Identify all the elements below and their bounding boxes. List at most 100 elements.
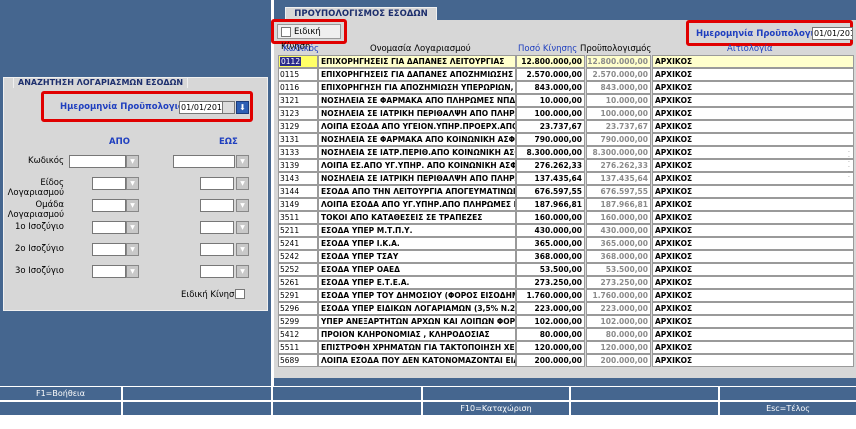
reason-cell[interactable]: ΑΡΧΙΚΟΣ xyxy=(652,354,854,367)
amount-cell[interactable]: 843.000,00 xyxy=(516,81,585,94)
f1-help-button[interactable]: F1=Βοήθεια xyxy=(0,387,121,400)
budget-cell[interactable]: 676.597,55 xyxy=(586,185,651,198)
amount-cell[interactable]: 137.435,64 xyxy=(516,172,585,185)
fkey-slot[interactable] xyxy=(123,387,271,400)
reason-cell[interactable]: ΑΡΧΙΚΟΣ xyxy=(652,250,854,263)
name-cell[interactable]: ΕΣΟΔΑ ΥΠΕΡ ΕΙΔΙΚΩΝ ΛΟΓΑΡΙΑΜΩΝ (3,5% Ν.24… xyxy=(318,302,516,315)
code-cell[interactable]: 5252 xyxy=(278,263,318,276)
fkey-slot[interactable] xyxy=(273,387,421,400)
code-cell[interactable]: 3133 xyxy=(278,146,318,159)
budget-cell[interactable]: 8.300.000,00 xyxy=(586,146,651,159)
search-to-input[interactable] xyxy=(200,199,234,212)
code-cell[interactable]: 5241 xyxy=(278,237,318,250)
dropdown-arrow-icon[interactable]: ▼ xyxy=(126,177,139,190)
name-cell[interactable]: ΝΟΣΗΛΕΙΑ ΣΕ ΦΑΡΜΑΚΑ ΑΠΟ ΠΛΗΡΩΜΕΣ ΝΠΔΔ xyxy=(318,94,516,107)
dropdown-arrow-icon[interactable]: ▼ xyxy=(126,243,139,256)
download-arrow-icon[interactable]: ⬇ xyxy=(236,101,249,114)
name-cell[interactable]: ΝΟΣΗΛΕΙΑ ΣΕ ΙΑΤΡΙΚΗ ΠΕΡΙΘΑΛΨΗ ΑΠΟ ΠΛΗΡΩΜ… xyxy=(318,107,516,120)
amount-cell[interactable]: 676.597,55 xyxy=(516,185,585,198)
search-to-input[interactable] xyxy=(200,243,234,256)
amount-cell[interactable]: 80.000,00 xyxy=(516,328,585,341)
code-cell[interactable]: 3149 xyxy=(278,198,318,211)
code-cell[interactable]: 5412 xyxy=(278,328,318,341)
fkey-slot[interactable] xyxy=(571,402,718,415)
fkey-slot[interactable] xyxy=(571,387,718,400)
reason-cell[interactable]: ΑΡΧΙΚΟΣ xyxy=(652,328,854,341)
name-cell[interactable]: ΛΟΙΠΑ ΕΣΟΔΑ ΑΠΟ ΥΓ.ΥΠΗΡ.ΑΠΟ ΠΛΗΡΩΜΕΣ ΙΔΙ… xyxy=(318,198,516,211)
search-special-checkbox[interactable] xyxy=(235,289,245,300)
name-cell[interactable]: ΝΟΣΗΛΕΙΑ ΣΕ ΙΑΤΡ.ΠΕΡΙΘ.ΑΠΟ ΚΟΙΝΩΝΙΚΗ ΑΣΦ… xyxy=(318,146,516,159)
reason-cell[interactable]: ΑΡΧΙΚΟΣ xyxy=(652,237,854,250)
budget-cell[interactable]: 187.966,81 xyxy=(586,198,651,211)
budget-cell[interactable]: 430.000,00 xyxy=(586,224,651,237)
search-from-input[interactable] xyxy=(92,243,126,256)
code-cell[interactable]: 5291 xyxy=(278,289,318,302)
budget-cell[interactable]: 368.000,00 xyxy=(586,250,651,263)
f10-save-button[interactable]: F10=Καταχώριση xyxy=(423,402,569,415)
dropdown-arrow-icon[interactable]: ▼ xyxy=(236,221,249,234)
reason-cell[interactable]: ΑΡΧΙΚΟΣ xyxy=(652,146,854,159)
budget-cell[interactable]: 223.000,00 xyxy=(586,302,651,315)
reason-cell[interactable]: ΑΡΧΙΚΟΣ xyxy=(652,276,854,289)
reason-cell[interactable]: ΑΡΧΙΚΟΣ xyxy=(652,68,854,81)
search-to-input[interactable] xyxy=(173,155,235,168)
dropdown-arrow-icon[interactable]: ▼ xyxy=(236,243,249,256)
reason-cell[interactable]: ΑΡΧΙΚΟΣ xyxy=(652,263,854,276)
code-cell[interactable]: 5296 xyxy=(278,302,318,315)
budget-cell[interactable]: 100.000,00 xyxy=(586,107,651,120)
amount-cell[interactable]: 430.000,00 xyxy=(516,224,585,237)
budget-cell[interactable]: 137.435,64 xyxy=(586,172,651,185)
budget-cell[interactable]: 53.500,00 xyxy=(586,263,651,276)
fkey-slot[interactable] xyxy=(273,402,421,415)
budget-cell[interactable]: 790.000,00 xyxy=(586,133,651,146)
reason-cell[interactable]: ΑΡΧΙΚΟΣ xyxy=(652,81,854,94)
code-cell[interactable]: 5211 xyxy=(278,224,318,237)
name-cell[interactable]: ΛΟΙΠΑ ΕΣΟΔΑ ΠΟΥ ΔΕΝ ΚΑΤΟΝΟΜΑΖΟΝΤΑΙ ΕΙΔΙΚ… xyxy=(318,354,516,367)
dropdown-arrow-icon[interactable]: ▼ xyxy=(126,155,139,168)
code-cell[interactable]: 3139 xyxy=(278,159,318,172)
amount-cell[interactable]: 102.000,00 xyxy=(516,315,585,328)
reason-cell[interactable]: ΑΡΧΙΚΟΣ xyxy=(652,211,854,224)
name-cell[interactable]: ΕΣΟΔΑ ΥΠΕΡ ΤΟΥ ΔΗΜΟΣΙΟΥ (ΦΟΡΟΣ ΕΙΣΟΔΗΜΑΤ… xyxy=(318,289,516,302)
amount-cell[interactable]: 187.966,81 xyxy=(516,198,585,211)
code-cell[interactable]: 5261 xyxy=(278,276,318,289)
esc-exit-button[interactable]: Esc=Τέλος xyxy=(720,402,856,415)
amount-cell[interactable]: 1.760.000,00 xyxy=(516,289,585,302)
dropdown-arrow-icon[interactable]: ▼ xyxy=(126,221,139,234)
name-cell[interactable]: ΕΣΟΔΑ ΥΠΕΡ Ι.Κ.Α. xyxy=(318,237,516,250)
reason-cell[interactable]: ΑΡΧΙΚΟΣ xyxy=(652,302,854,315)
reason-cell[interactable]: ΑΡΧΙΚΟΣ xyxy=(652,172,854,185)
code-cell[interactable]: 3131 xyxy=(278,133,318,146)
budget-cell[interactable]: 160.000,00 xyxy=(586,211,651,224)
name-cell[interactable]: ΥΠΕΡ ΑΝΕΞΑΡΤΗΤΩΝ ΑΡΧΩΝ ΚΑΙ ΛΟΙΠΩΝ ΦΟΡΕΩΝ xyxy=(318,315,516,328)
amount-cell[interactable]: 365.000,00 xyxy=(516,237,585,250)
reason-cell[interactable]: ΑΡΧΙΚΟΣ xyxy=(652,315,854,328)
reason-cell[interactable]: ΑΡΧΙΚΟΣ xyxy=(652,289,854,302)
dropdown-arrow-icon[interactable]: ▼ xyxy=(236,177,249,190)
reason-cell[interactable]: ΑΡΧΙΚΟΣ xyxy=(652,55,854,68)
code-cell[interactable]: 3121 xyxy=(278,94,318,107)
code-cell[interactable]: 3511 xyxy=(278,211,318,224)
name-cell[interactable]: ΝΟΣΗΛΕΙΑ ΣΕ ΦΑΡΜΑΚΑ ΑΠΟ ΚΟΙΝΩΝΙΚΗ ΑΣΦΑΛΙ… xyxy=(318,133,516,146)
name-cell[interactable]: ΕΣΟΔΑ ΥΠΕΡ Μ.Τ.Π.Υ. xyxy=(318,224,516,237)
code-cell[interactable]: 5511 xyxy=(278,341,318,354)
name-cell[interactable]: ΛΟΙΠΑ ΕΣΟΔΑ ΑΠΟ ΥΓΕΙΟΝ.ΥΠΗΡ.ΠΡΟΕΡΧ.ΑΠΟ Π… xyxy=(318,120,516,133)
search-from-input[interactable] xyxy=(69,155,126,168)
amount-cell[interactable]: 12.800.000,00 xyxy=(516,55,585,68)
code-cell[interactable]: 0116 xyxy=(278,81,318,94)
name-cell[interactable]: ΕΣΟΔΑ ΑΠΟ ΤΗΝ ΛΕΙΤΟΥΡΓΙΑ ΑΠΟΓΕΥΜΑΤΙΝΩΝ Ι… xyxy=(318,185,516,198)
code-cell[interactable]: 5689 xyxy=(278,354,318,367)
search-date-field[interactable]: 01/01/2016 xyxy=(179,101,223,114)
name-cell[interactable]: ΤΟΚΟΙ ΑΠΟ ΚΑΤΑΘΕΣΕΙΣ ΣΕ ΤΡΑΠΕΖΕΣ xyxy=(318,211,516,224)
code-cell[interactable]: 3143 xyxy=(278,172,318,185)
search-from-input[interactable] xyxy=(92,177,126,190)
budget-cell[interactable]: 102.000,00 xyxy=(586,315,651,328)
name-cell[interactable]: ΕΣΟΔΑ ΥΠΕΡ Ε.Τ.Ε.Α. xyxy=(318,276,516,289)
budget-cell[interactable]: 276.262,33 xyxy=(586,159,651,172)
code-cell[interactable]: 0115 xyxy=(278,68,318,81)
amount-cell[interactable]: 223.000,00 xyxy=(516,302,585,315)
code-cell[interactable]: 3123 xyxy=(278,107,318,120)
reason-cell[interactable]: ΑΡΧΙΚΟΣ xyxy=(652,120,854,133)
reason-cell[interactable]: ΑΡΧΙΚΟΣ xyxy=(652,185,854,198)
name-cell[interactable]: ΕΠΙΧΟΡΗΓΗΣΗ ΓΙΑ ΑΠΟΖΗΜΙΩΣΗ ΥΠΕΡΩΡΙΩΝ, ΕΡ… xyxy=(318,81,516,94)
